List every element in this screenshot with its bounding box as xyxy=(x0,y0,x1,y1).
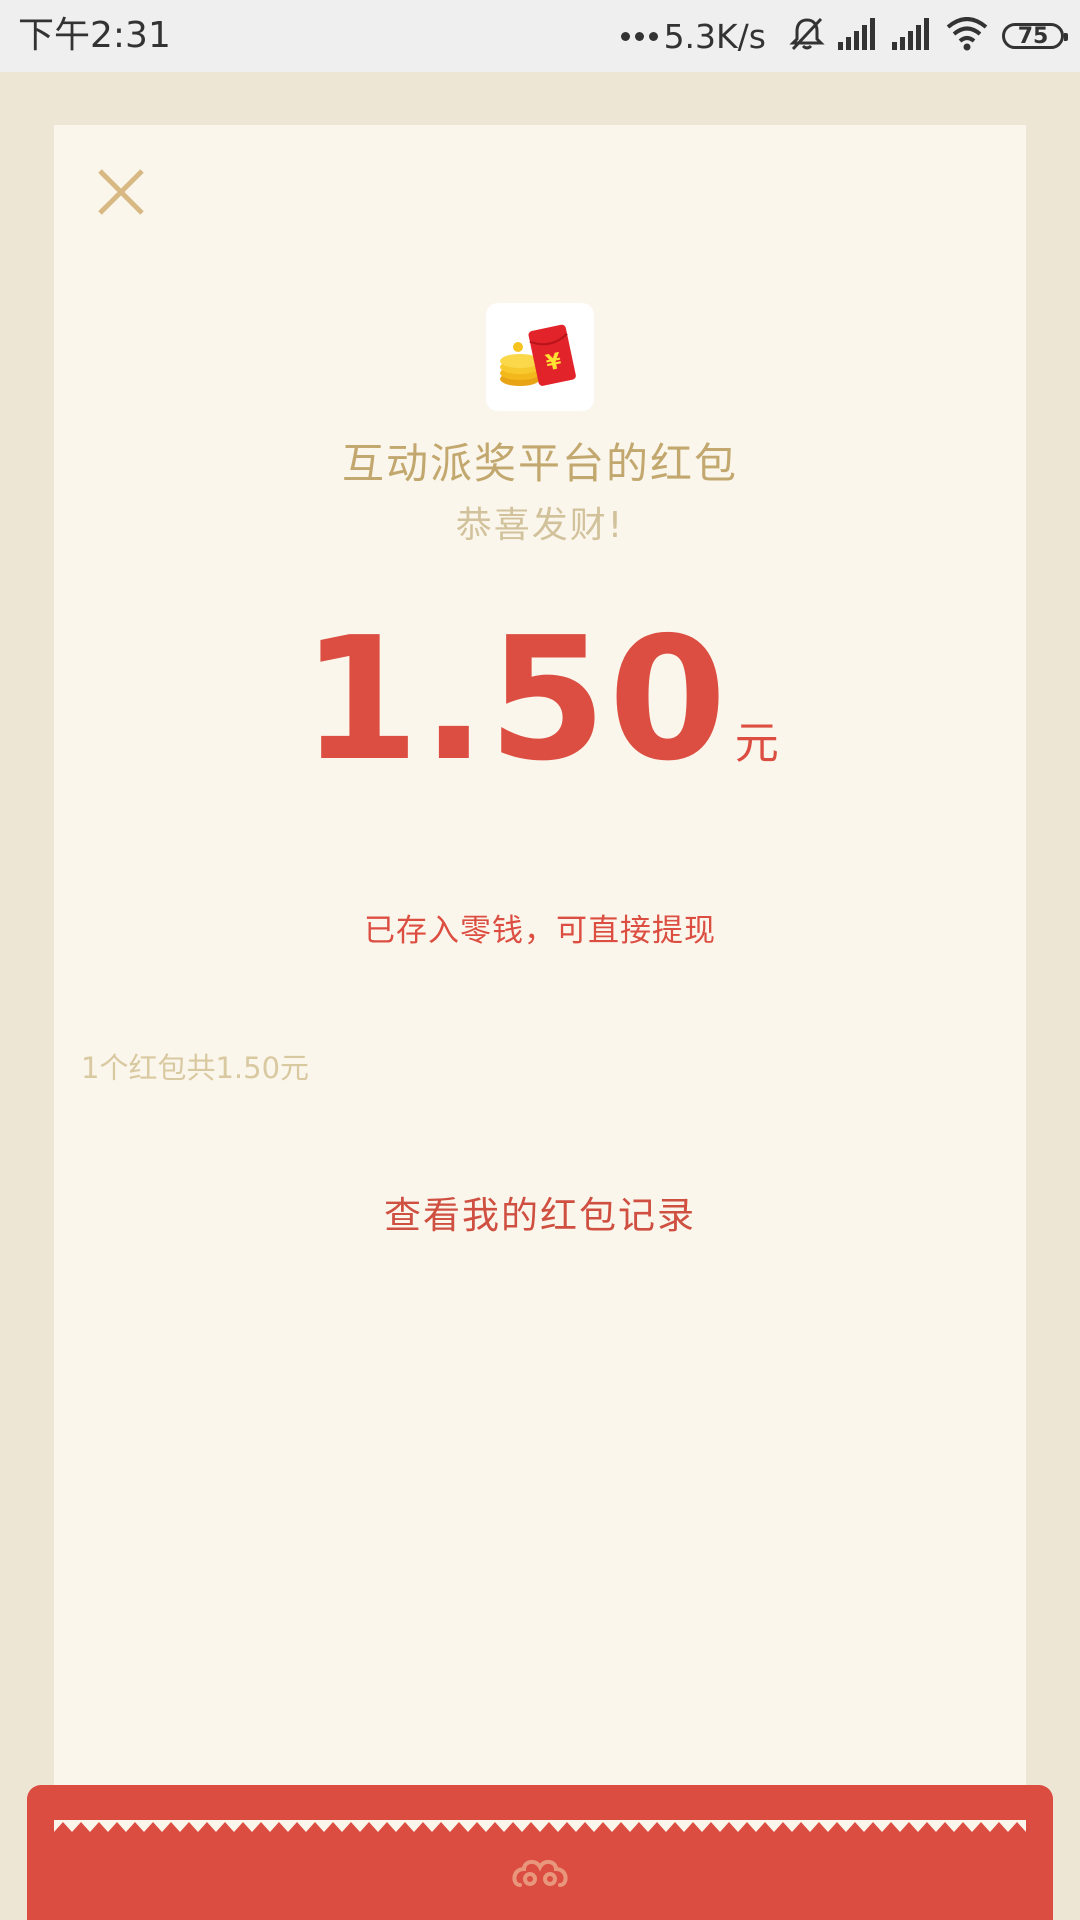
amount-display: 1.50 元 xyxy=(54,600,1026,800)
amount-value: 1.50 xyxy=(301,601,729,799)
cloud-logo-icon xyxy=(512,1860,568,1887)
view-records-link[interactable]: 查看我的红包记录 xyxy=(54,1185,1026,1239)
more-dots-icon xyxy=(620,31,658,41)
packet-summary: 1个红包共1.50元 xyxy=(81,1051,310,1085)
red-packet-detail-card: ¥ 互动派奖平台的红包 恭喜发财! 1.50 元 已存入零钱，可直接提现 1个红包… xyxy=(54,125,1026,1920)
zigzag-edge xyxy=(54,1820,1026,1832)
sender-name: 互动派奖平台的红包 xyxy=(341,439,738,488)
envelope-bottom xyxy=(27,1785,1053,1920)
currency-unit: 元 xyxy=(734,718,779,769)
sender-avatar: ¥ xyxy=(486,303,594,411)
signal-icon xyxy=(838,18,880,54)
status-bar: 下午2:31 5.3K/s 75 xyxy=(0,0,1080,72)
network-speed: 5.3K/s xyxy=(663,16,766,56)
muted-bell-icon xyxy=(788,15,826,57)
close-button[interactable] xyxy=(92,163,152,223)
wifi-icon xyxy=(946,17,988,55)
red-envelope-coins-icon: ¥ xyxy=(500,324,576,386)
signal-icon xyxy=(892,18,934,54)
greeting-message: 恭喜发财! xyxy=(455,505,625,546)
battery-icon: 75 xyxy=(1002,23,1068,49)
close-icon[interactable] xyxy=(92,163,152,223)
deposit-note: 已存入零钱，可直接提现 xyxy=(364,913,716,949)
status-icons: 5.3K/s 75 xyxy=(620,12,1068,60)
status-time: 下午2:31 xyxy=(18,15,171,56)
